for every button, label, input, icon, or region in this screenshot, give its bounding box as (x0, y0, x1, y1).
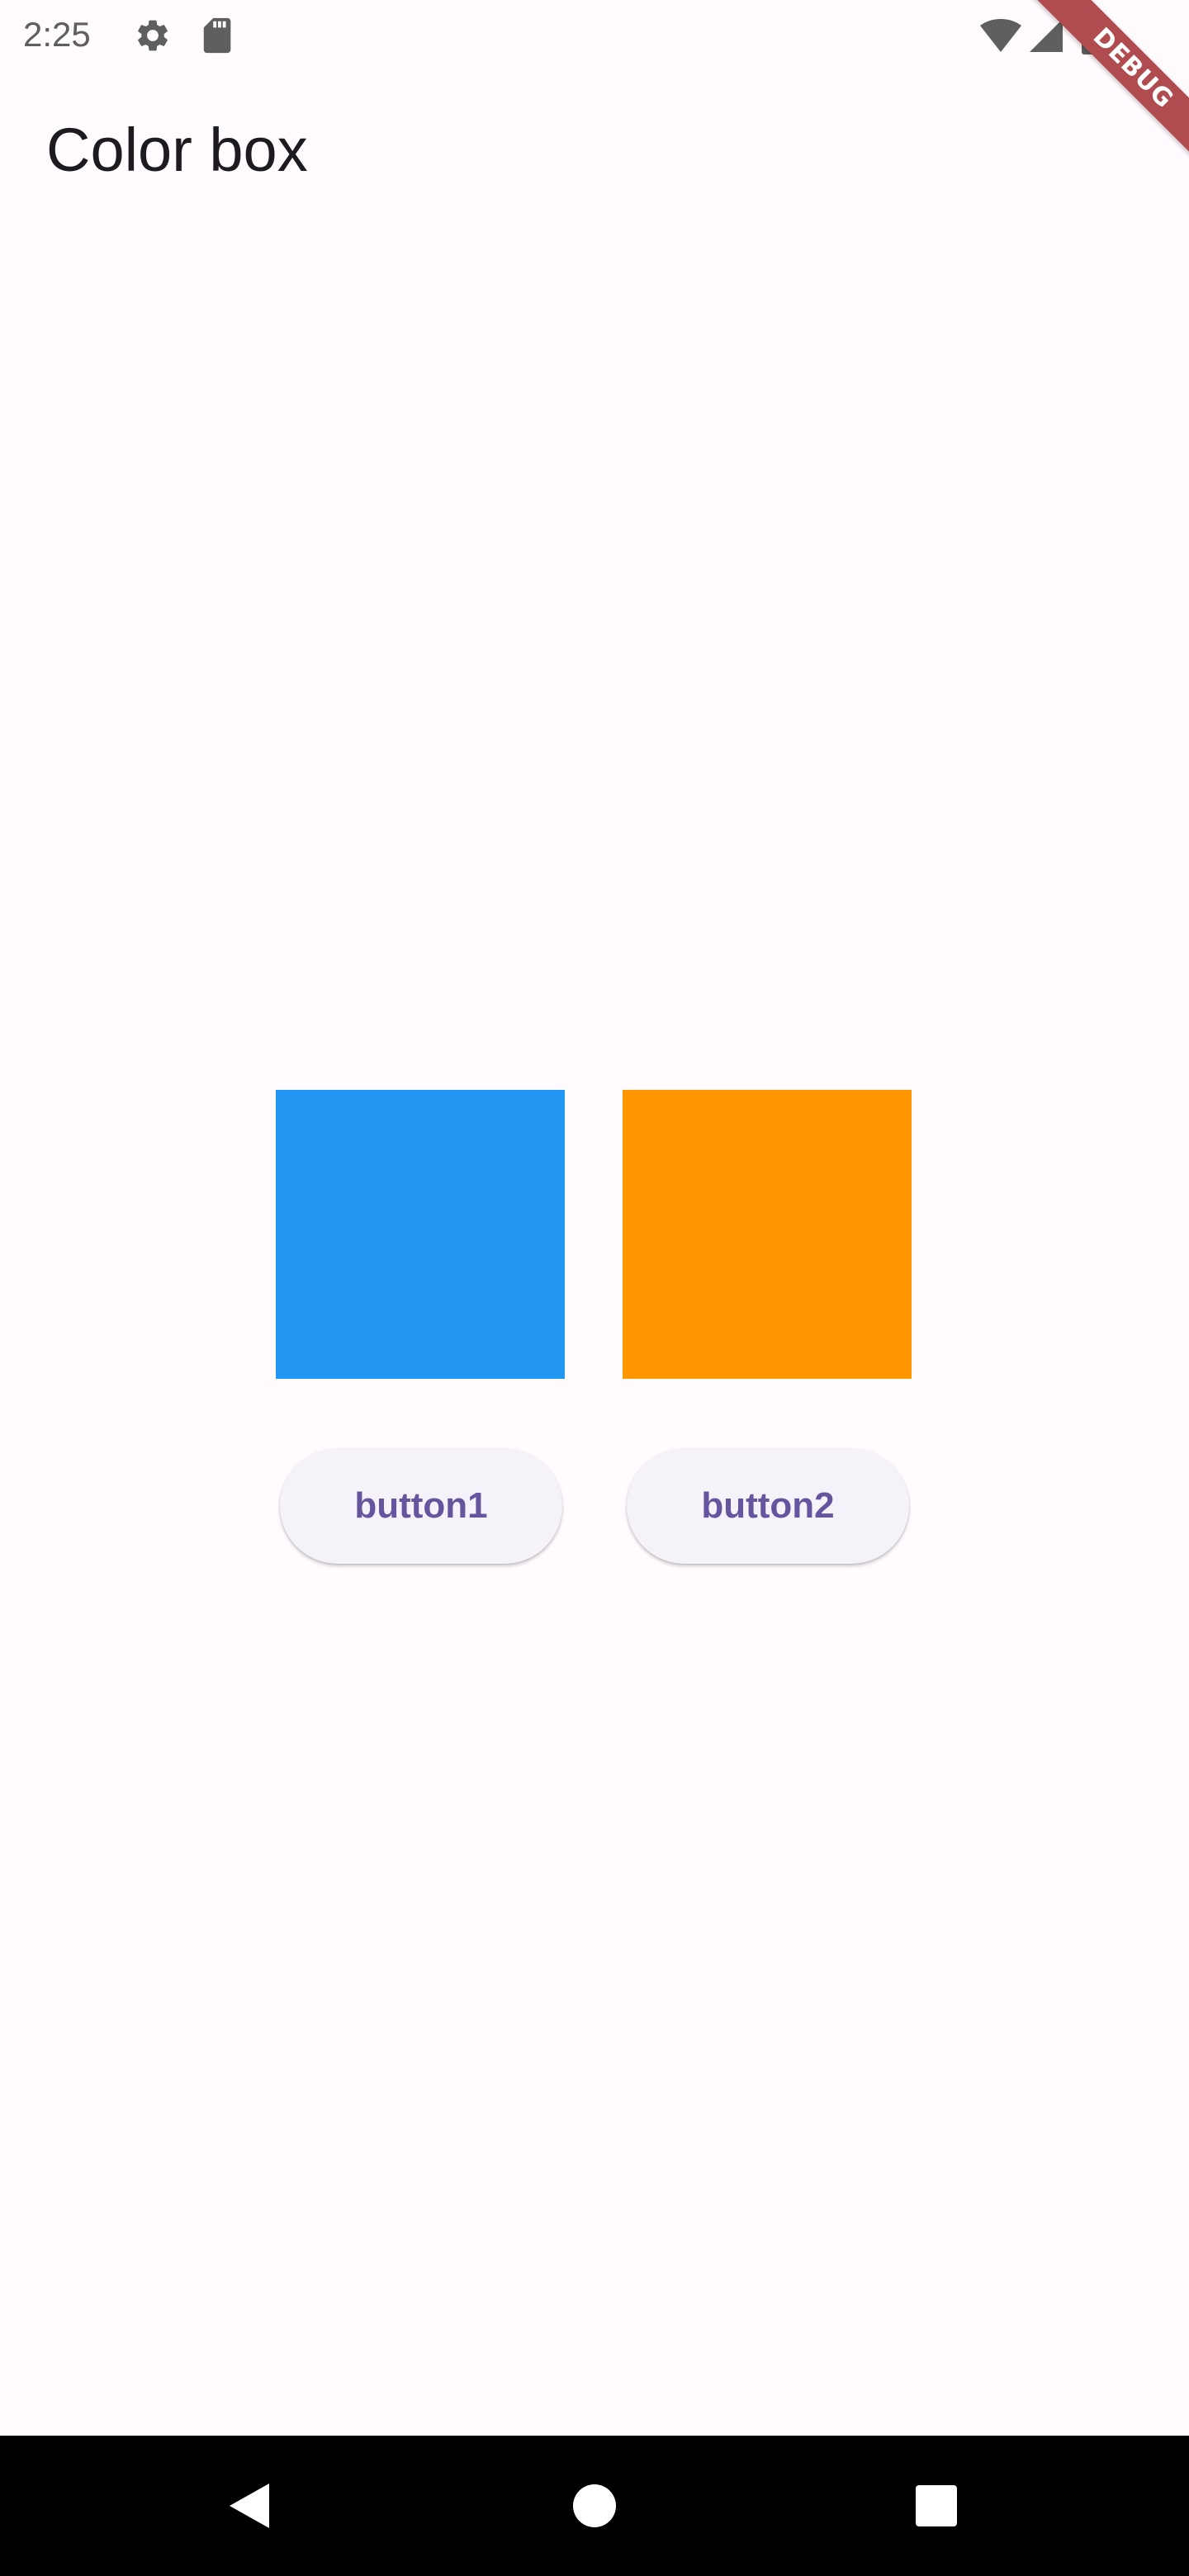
recents-button[interactable] (870, 2436, 1002, 2576)
home-icon (573, 2484, 616, 2527)
home-button[interactable] (528, 2436, 661, 2576)
back-button[interactable] (183, 2436, 315, 2576)
back-icon (230, 2484, 269, 2528)
button2[interactable]: button2 (627, 1448, 909, 1564)
sd-card-icon (201, 17, 234, 54)
status-time: 2:25 (23, 15, 91, 54)
recents-icon (916, 2485, 957, 2526)
orange-color-box (623, 1090, 912, 1379)
button1[interactable]: button1 (280, 1448, 562, 1564)
navigation-bar (0, 2436, 1189, 2576)
cell-signal-icon (1029, 18, 1063, 53)
page-title: Color box (46, 116, 308, 184)
wifi-icon (979, 18, 1022, 53)
status-bar: 2:25 (0, 0, 1189, 69)
blue-color-box (276, 1090, 565, 1379)
gear-icon (134, 17, 172, 54)
